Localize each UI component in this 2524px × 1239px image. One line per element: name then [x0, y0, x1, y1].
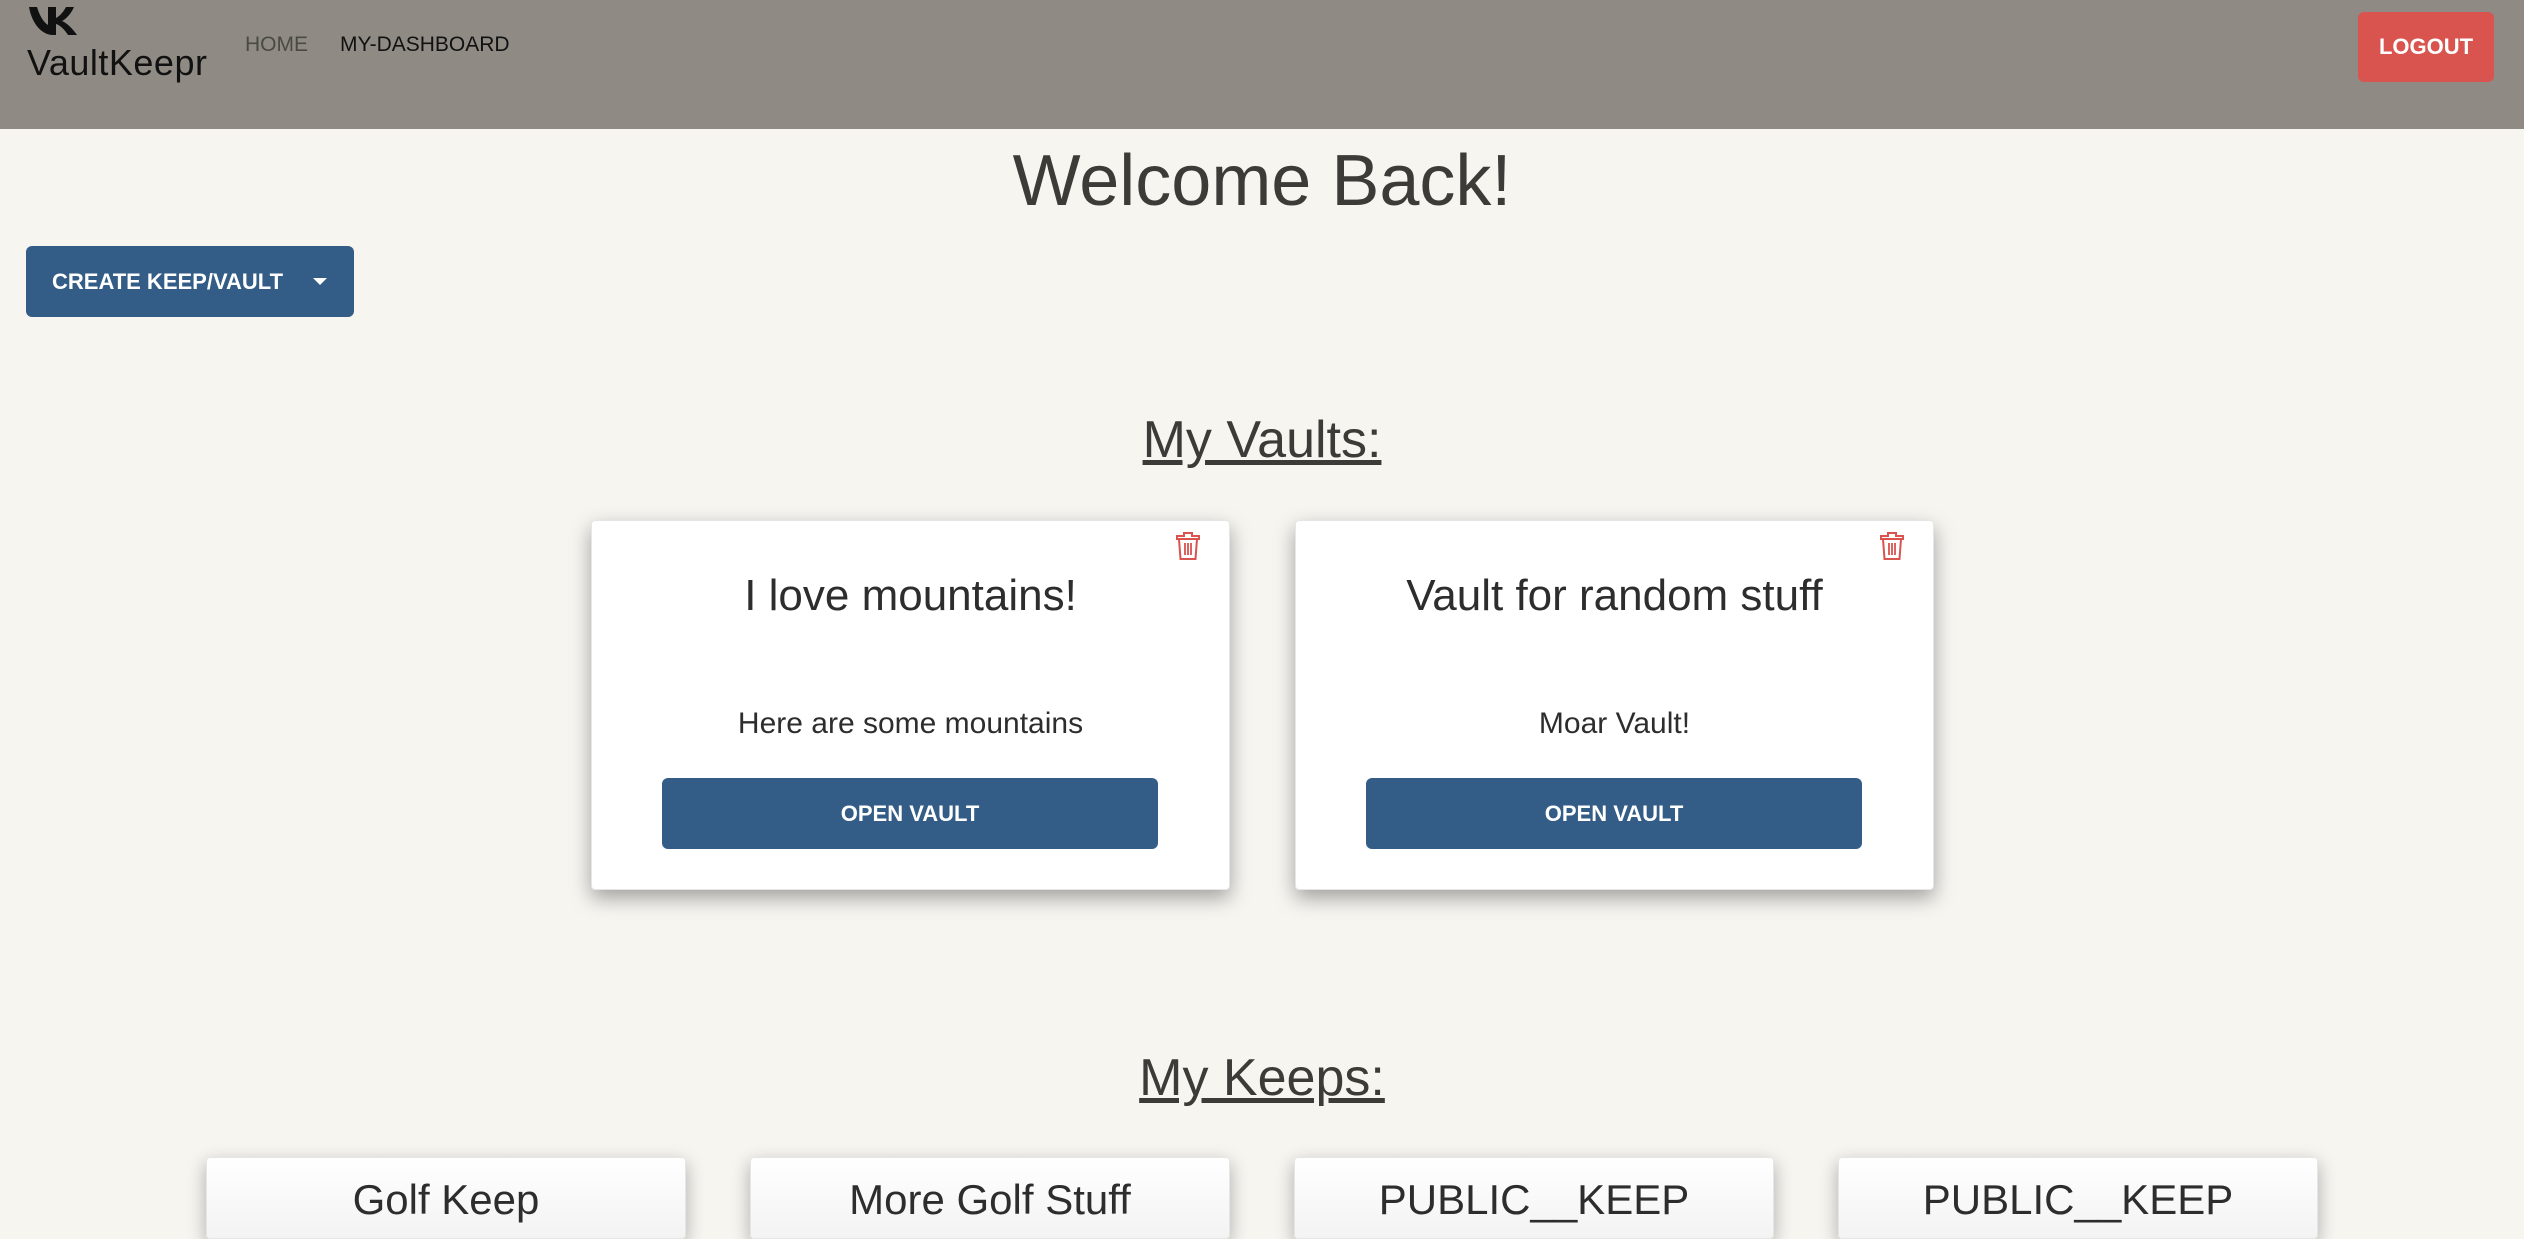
keep-name: PUBLIC__KEEP: [1378, 1176, 1690, 1223]
vault-description: Moar Vault!: [1538, 707, 1691, 740]
keep-name: Golf Keep: [352, 1176, 540, 1223]
create-keep-vault-dropdown-button[interactable]: CREATE KEEP/VAULT: [26, 246, 354, 317]
keeps-section-title: My Keeps:: [1139, 1049, 1385, 1107]
brand-name: VaultKeepr: [27, 42, 208, 83]
nav-link-home[interactable]: HOME: [245, 33, 308, 57]
trash-icon[interactable]: [1879, 531, 1905, 561]
caret-down-icon: [313, 278, 327, 285]
keep-card[interactable]: PUBLIC__KEEP: [1294, 1157, 1774, 1239]
vault-name: I love mountains!: [744, 571, 1077, 620]
keep-card[interactable]: Golf Keep: [206, 1157, 686, 1239]
keep-name: PUBLIC__KEEP: [1922, 1176, 2234, 1223]
nav-link-my-dashboard[interactable]: MY-DASHBOARD: [340, 33, 510, 57]
vault-description: Here are some mountains: [737, 707, 1084, 740]
trash-icon[interactable]: [1175, 531, 1201, 561]
open-vault-button[interactable]: OPEN VAULT: [1366, 778, 1862, 849]
keep-card[interactable]: More Golf Stuff: [750, 1157, 1230, 1239]
vaults-section-title: My Vaults:: [1142, 411, 1382, 469]
keep-name: More Golf Stuff: [849, 1176, 1131, 1223]
keep-card[interactable]: PUBLIC__KEEP: [1838, 1157, 2318, 1239]
vk-logo-icon: [29, 7, 77, 35]
vault-name: Vault for random stuff: [1406, 571, 1823, 620]
vault-card: I love mountains! Here are some mountain…: [591, 520, 1230, 890]
logout-button[interactable]: LOGOUT: [2358, 12, 2494, 82]
page-title: Welcome Back!: [1012, 141, 1512, 221]
create-button-label: CREATE KEEP/VAULT: [52, 268, 284, 294]
vault-card: Vault for random stuff Moar Vault! OPEN …: [1295, 520, 1934, 890]
top-navbar: VaultKeepr HOME MY-DASHBOARD LOGOUT: [0, 0, 2524, 129]
open-vault-button[interactable]: OPEN VAULT: [662, 778, 1158, 849]
